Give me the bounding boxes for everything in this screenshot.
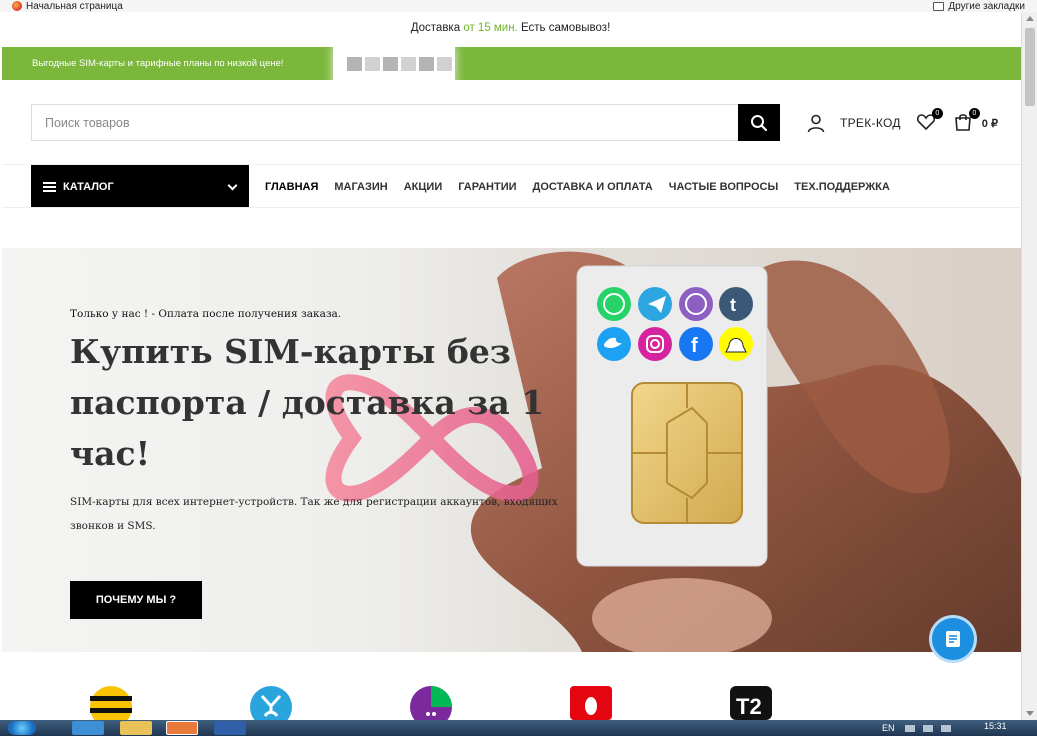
bookmarks-bar: Начальная страница Другие закладки <box>0 0 1037 12</box>
chat-button[interactable] <box>929 615 977 663</box>
tele2-logo[interactable]: T2 <box>728 684 774 720</box>
page-scrollbar[interactable] <box>1021 12 1037 720</box>
whatsapp-icon <box>597 287 631 321</box>
chevron-down-icon <box>227 180 238 191</box>
search-input[interactable] <box>32 105 739 140</box>
why-us-button[interactable]: ПОЧЕМУ МЫ ? <box>70 581 202 619</box>
hero-description: SIM-карты для всех интернет-устройств. Т… <box>70 496 558 532</box>
delivery-prefix: Доставка <box>410 22 464 34</box>
bookmark-home[interactable]: Начальная страница <box>12 0 123 12</box>
screen: Начальная страница Другие закладки Доста… <box>0 0 1037 736</box>
megafon-logo[interactable] <box>408 684 454 720</box>
delivery-notice: Доставка от 15 мин. Есть самовывоз! <box>0 22 1021 34</box>
operator-logos: T2 <box>0 674 1021 720</box>
hero-title: Купить SIM-карты без паспорта / доставка… <box>70 332 545 473</box>
tele2-text: T2 <box>736 694 762 719</box>
firefox-icon <box>12 1 22 11</box>
bookmark-other-label: Другие закладки <box>948 0 1025 12</box>
cart-button[interactable]: 0 <box>953 108 980 134</box>
catalog-label: КАТАЛОГ <box>63 180 114 193</box>
yota-logo[interactable] <box>248 684 294 720</box>
wishlist-button[interactable]: 0 <box>916 108 943 134</box>
promo-banner: Выгодные SIM-карты и тарифные планы по н… <box>2 47 1021 80</box>
menu-icon <box>43 181 56 192</box>
hero-eyebrow: Только у нас ! - Оплата после получения … <box>70 308 342 320</box>
bookmark-other[interactable]: Другие закладки <box>933 0 1025 12</box>
nav-item-promotions[interactable]: АКЦИИ <box>404 181 443 193</box>
nav-item-shop[interactable]: МАГАЗИН <box>334 181 387 193</box>
nav-divider-bottom <box>2 207 1021 208</box>
cart-total[interactable]: 0 ₽ <box>982 117 998 130</box>
viber-icon <box>679 287 713 321</box>
promo-text: Выгодные SIM-карты и тарифные планы по н… <box>32 58 284 69</box>
tumblr-icon <box>719 287 753 321</box>
folder-icon <box>933 1 945 11</box>
wishlist-count-badge: 0 <box>931 108 943 119</box>
header-actions: ТРЕК-КОД 0 0 0 ₽ <box>806 108 998 134</box>
user-icon[interactable] <box>806 113 826 133</box>
system-tray <box>905 725 951 732</box>
explorer-taskbar-icon[interactable] <box>120 721 152 735</box>
track-code-link[interactable]: ТРЕК-КОД <box>840 116 901 130</box>
instagram-icon <box>638 327 672 361</box>
nav-item-faq[interactable]: ЧАСТЫЕ ВОПРОСЫ <box>669 181 779 193</box>
nav-item-delivery[interactable]: ДОСТАВКА И ОПЛАТА <box>533 181 653 193</box>
scroll-thumb[interactable] <box>1025 28 1035 106</box>
chat-icon <box>946 631 960 647</box>
search-button[interactable] <box>738 104 780 141</box>
nav-item-support[interactable]: ТЕХ.ПОДДЕРЖКА <box>794 181 890 193</box>
svg-text:t: t <box>730 295 736 315</box>
main-menu: ГЛАВНАЯ МАГАЗИН АКЦИИ ГАРАНТИИ ДОСТАВКА … <box>265 165 890 208</box>
ie-taskbar-icon[interactable] <box>72 721 104 735</box>
search-icon <box>751 114 768 131</box>
web-page: Доставка от 15 мин. Есть самовывоз! Выго… <box>0 12 1021 720</box>
scroll-up-arrow[interactable] <box>1026 16 1034 21</box>
language-indicator[interactable]: EN <box>882 723 895 733</box>
blurred-region <box>333 45 455 87</box>
clock[interactable]: 15:31 <box>984 721 1007 731</box>
word-taskbar-icon[interactable] <box>214 721 246 735</box>
svg-text:f: f <box>691 335 698 357</box>
start-button[interactable] <box>8 721 36 735</box>
search-bar <box>31 104 780 141</box>
beeline-logo[interactable] <box>88 684 134 720</box>
hero-banner: t f Только у нас ! - Оплата после получе… <box>2 248 1021 652</box>
scroll-down-arrow[interactable] <box>1026 711 1034 716</box>
bookmark-home-label: Начальная страница <box>26 0 123 12</box>
delivery-suffix: Есть самовывоз! <box>517 22 611 34</box>
mts-logo[interactable] <box>568 684 614 720</box>
delivery-accent: от 15 мин. <box>463 22 518 34</box>
cart-count-badge: 0 <box>968 108 980 119</box>
os-taskbar: EN 15:31 <box>0 720 1037 736</box>
nav-item-guarantees[interactable]: ГАРАНТИИ <box>458 181 516 193</box>
nav-item-home[interactable]: ГЛАВНАЯ <box>265 181 318 193</box>
firefox-taskbar-icon[interactable] <box>166 721 198 735</box>
catalog-dropdown[interactable]: КАТАЛОГ <box>31 165 249 208</box>
